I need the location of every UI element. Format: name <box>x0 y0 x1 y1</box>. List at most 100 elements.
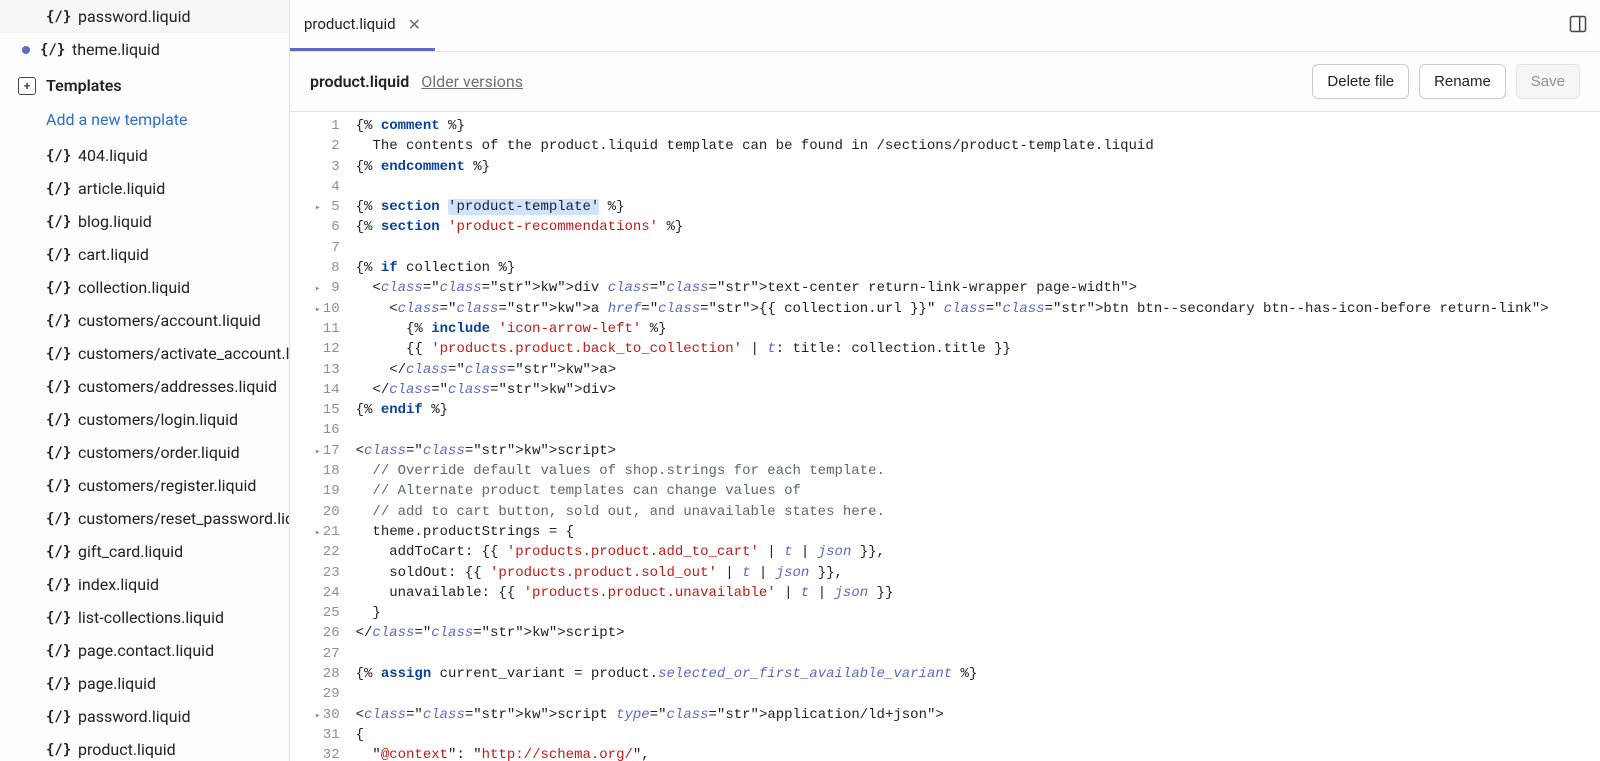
liquid-file-icon: {/} <box>46 610 68 626</box>
liquid-file-icon: {/} <box>46 643 68 659</box>
code-line[interactable]: soldOut: {{ 'products.product.sold_out' … <box>356 563 1584 583</box>
template-item[interactable]: {/}article.liquid <box>0 172 289 205</box>
save-button[interactable]: Save <box>1516 64 1580 99</box>
code-line[interactable]: // Alternate product templates can chang… <box>356 481 1584 501</box>
code-line[interactable]: {% comment %} <box>356 116 1584 136</box>
code-line[interactable]: // add to cart button, sold out, and una… <box>356 502 1584 522</box>
code-line[interactable] <box>356 177 1584 197</box>
code-line[interactable] <box>356 644 1584 664</box>
file-name: customers/register.liquid <box>78 476 256 495</box>
line-number: 28 <box>306 664 340 684</box>
code-line[interactable]: addToCart: {{ 'products.product.add_to_c… <box>356 542 1584 562</box>
line-number: 15 <box>306 400 340 420</box>
template-item[interactable]: {/}customers/order.liquid <box>0 436 289 469</box>
add-template-link[interactable]: Add a new template <box>0 105 289 139</box>
template-item[interactable]: {/}gift_card.liquid <box>0 535 289 568</box>
code-line[interactable] <box>356 684 1584 704</box>
line-number: 6 <box>306 217 340 237</box>
code-line[interactable]: {% include 'icon-arrow-left' %} <box>356 319 1584 339</box>
line-gutter: 1 2 3 4▸ 5 6 7 8▸ 9▸10 11 12 13 14 15 16… <box>290 112 350 761</box>
file-item[interactable]: {/}password.liquid <box>0 0 289 33</box>
template-item[interactable]: {/} list-collections.liquid <box>0 601 289 634</box>
file-name: list-collections.liquid <box>78 608 224 627</box>
close-icon[interactable]: ✕ <box>408 15 421 34</box>
line-number: ▸21 <box>306 522 340 542</box>
template-item[interactable]: {/}collection.liquid <box>0 271 289 304</box>
file-sidebar: {/}password.liquid{/}theme.liquid + Temp… <box>0 0 290 761</box>
delete-file-button[interactable]: Delete file <box>1312 64 1409 99</box>
rename-button[interactable]: Rename <box>1419 64 1506 99</box>
tab-label: product.liquid <box>304 15 396 33</box>
template-item[interactable]: {/} cart.liquid <box>0 238 289 271</box>
line-number: 23 <box>306 563 340 583</box>
line-number: 1 <box>306 116 340 136</box>
code-line[interactable]: <class="class="str">kw">a href="class="s… <box>356 299 1584 319</box>
code-content[interactable]: {% comment %} The contents of the produc… <box>350 112 1600 761</box>
line-number: 20 <box>306 502 340 522</box>
template-item[interactable]: {/}customers/register.liquid <box>0 469 289 502</box>
code-line[interactable]: theme.productStrings = { <box>356 522 1584 542</box>
file-name: cart.liquid <box>78 245 149 264</box>
code-line[interactable]: </class="class="str">kw">script> <box>356 623 1584 643</box>
file-item[interactable]: {/}theme.liquid <box>0 33 289 66</box>
code-line[interactable]: } <box>356 603 1584 623</box>
code-line[interactable]: <class="class="str">kw">div class="class… <box>356 278 1584 298</box>
template-item[interactable]: {/} customers/reset_password.liquid <box>0 502 289 535</box>
template-item[interactable]: {/}page.liquid <box>0 667 289 700</box>
file-name: index.liquid <box>78 575 159 594</box>
liquid-file-icon: {/} <box>46 511 68 527</box>
line-number: ▸ 5 <box>306 197 340 217</box>
template-item[interactable]: {/}password.liquid <box>0 700 289 733</box>
older-versions-link[interactable]: Older versions <box>421 72 523 91</box>
code-line[interactable]: <class="class="str">kw">script type="cla… <box>356 705 1584 725</box>
line-number: 19 <box>306 481 340 501</box>
editor-toolbar: product.liquid Older versions Delete fil… <box>290 52 1600 112</box>
code-line[interactable]: </class="class="str">kw">div> <box>356 380 1584 400</box>
code-line[interactable]: {% endif %} <box>356 400 1584 420</box>
line-number: 13 <box>306 360 340 380</box>
code-line[interactable]: {% assign current_variant = product.sele… <box>356 664 1584 684</box>
line-number: ▸ 9 <box>306 278 340 298</box>
code-line[interactable]: {% endcomment %} <box>356 157 1584 177</box>
liquid-file-icon: {/} <box>46 247 68 263</box>
code-line[interactable]: unavailable: {{ 'products.product.unavai… <box>356 583 1584 603</box>
template-item[interactable]: {/}customers/account.liquid <box>0 304 289 337</box>
code-line[interactable]: // Override default values of shop.strin… <box>356 461 1584 481</box>
tab-product-liquid[interactable]: product.liquid ✕ <box>290 0 435 51</box>
template-item[interactable]: {/}customers/addresses.liquid <box>0 370 289 403</box>
line-number: 26 <box>306 623 340 643</box>
line-number: 18 <box>306 461 340 481</box>
line-number: 25 <box>306 603 340 623</box>
expand-icon[interactable] <box>1568 14 1588 38</box>
line-number: 11 <box>306 319 340 339</box>
code-editor[interactable]: 1 2 3 4▸ 5 6 7 8▸ 9▸10 11 12 13 14 15 16… <box>290 112 1600 761</box>
file-name: page.contact.liquid <box>78 641 214 660</box>
template-item[interactable]: {/} page.contact.liquid <box>0 634 289 667</box>
file-name: customers/reset_password.liquid <box>78 509 289 528</box>
code-line[interactable]: "@context": "http://schema.org/", <box>356 745 1584 761</box>
template-item[interactable]: {/}index.liquid <box>0 568 289 601</box>
code-line[interactable] <box>356 420 1584 440</box>
liquid-file-icon: {/} <box>46 214 68 230</box>
code-line[interactable] <box>356 238 1584 258</box>
templates-header[interactable]: + Templates <box>0 66 289 105</box>
template-item[interactable]: {/}customers/login.liquid <box>0 403 289 436</box>
code-line[interactable]: <class="class="str">kw">script> <box>356 441 1584 461</box>
code-line[interactable]: {% if collection %} <box>356 258 1584 278</box>
line-number: 2 <box>306 136 340 156</box>
template-item[interactable]: {/}customers/activate_account.liquid <box>0 337 289 370</box>
code-line[interactable]: { <box>356 725 1584 745</box>
line-number: 14 <box>306 380 340 400</box>
code-line[interactable]: {% section 'product-template' %} <box>356 197 1584 217</box>
template-item[interactable]: {/}404.liquid <box>0 139 289 172</box>
code-line[interactable]: {{ 'products.product.back_to_collection'… <box>356 339 1584 359</box>
template-item[interactable]: {/}blog.liquid <box>0 205 289 238</box>
code-line[interactable]: {% section 'product-recommendations' %} <box>356 217 1584 237</box>
liquid-file-icon: {/} <box>46 346 68 362</box>
code-line[interactable]: The contents of the product.liquid templ… <box>356 136 1584 156</box>
modified-dot-icon <box>22 46 30 54</box>
templates-title: Templates <box>46 76 122 95</box>
code-line[interactable]: </class="class="str">kw">a> <box>356 360 1584 380</box>
template-item[interactable]: {/}product.liquid <box>0 733 289 761</box>
tab-bar: product.liquid ✕ <box>290 0 1600 52</box>
